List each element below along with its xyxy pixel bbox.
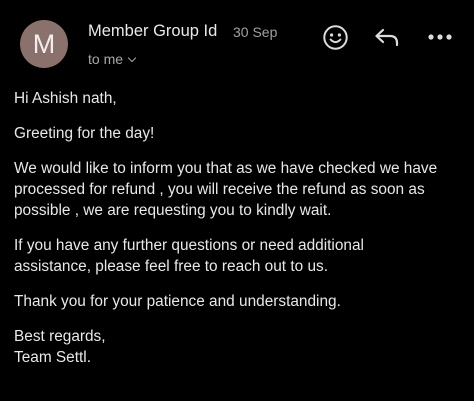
more-icon (428, 34, 452, 40)
message-body: Hi Ashish nath, Greeting for the day! We… (14, 88, 464, 382)
assistance-line-2: assistance, please feel free to reach ou… (14, 258, 328, 275)
refund-line-2: processed for refund , you will receive … (14, 181, 425, 198)
greeting-day-line: Greeting for the day! (14, 125, 155, 142)
smiley-icon (322, 24, 348, 50)
recipient-label: to me (88, 51, 124, 67)
signoff-block: Best regards, Team Settl. (14, 326, 464, 368)
email-header: M Member Group Id 30 Sep to me (0, 0, 474, 80)
reply-button[interactable] (372, 22, 402, 52)
refund-line-1: We would like to inform you that as we h… (14, 160, 438, 177)
sender-name[interactable]: Member Group Id (88, 22, 217, 41)
recipient-toggle[interactable]: to me (88, 51, 137, 67)
chevron-down-icon (127, 53, 137, 63)
assistance-line-1: If you have any further questions or nee… (14, 237, 364, 254)
assistance-paragraph: If you have any further questions or nee… (14, 235, 464, 277)
signoff-line: Best regards, (14, 328, 106, 345)
sent-date: 30 Sep (233, 24, 278, 40)
signature-line: Team Settl. (14, 349, 91, 366)
greeting-line: Hi Ashish nath, (14, 90, 117, 107)
avatar[interactable]: M (20, 20, 68, 68)
emoji-reaction-button[interactable] (320, 22, 350, 52)
refund-paragraph: We would like to inform you that as we h… (14, 158, 464, 221)
reply-icon (375, 28, 399, 47)
thanks-line: Thank you for your patience and understa… (14, 293, 341, 310)
more-options-button[interactable] (425, 22, 455, 52)
refund-line-3: possible , we are requesting you to kind… (14, 202, 332, 219)
